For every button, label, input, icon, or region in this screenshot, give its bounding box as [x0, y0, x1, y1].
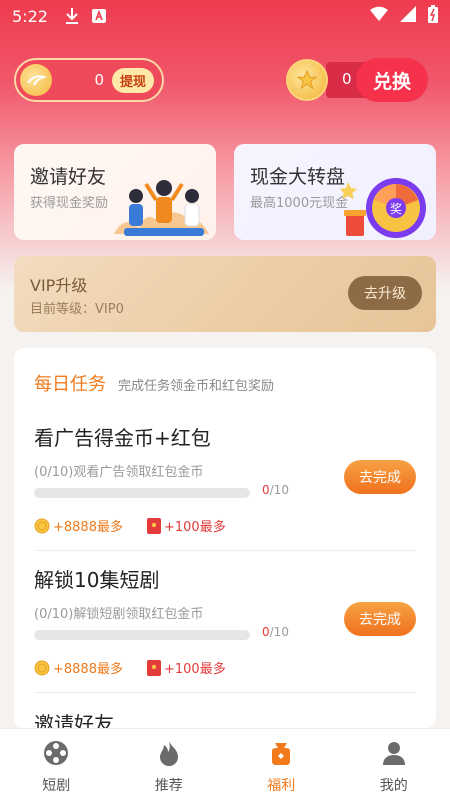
cash-balance: 0 — [342, 70, 352, 88]
task-item: 看广告得金币+红包 (0/10)观看广告领取红包金币 0/10 去完成 +888… — [34, 422, 416, 551]
task-complete-button[interactable]: 去完成 — [344, 460, 416, 494]
coin-reward: +8888最多 — [34, 516, 123, 535]
user-icon — [380, 739, 408, 771]
tab-label: 福利 — [267, 778, 296, 794]
red-packet-reward: +100最多 — [146, 516, 226, 535]
download-icon — [64, 7, 80, 25]
vip-upgrade-card: VIP升级 目前等级：VIP0 去升级 — [14, 256, 436, 332]
prize-wheel-icon: 奖 — [340, 178, 426, 238]
red-packet-reward: +100最多 — [146, 658, 226, 677]
task-complete-button[interactable]: 去完成 — [344, 602, 416, 636]
cash-exchange-group: 0 兑换 — [286, 58, 428, 102]
task-name: 解锁10集短剧 — [34, 568, 160, 592]
invite-friends-card[interactable]: 邀请好友 获得现金奖励 — [14, 144, 216, 240]
gift-bag-icon — [267, 739, 295, 771]
bottom-navigation: 短剧 推荐 福利 我的 — [0, 728, 450, 800]
tab-short-drama[interactable]: 短剧 — [0, 729, 113, 800]
task-progress-bar — [34, 630, 250, 640]
task-name-partial: 邀请好友 — [34, 712, 114, 728]
lucky-wheel-card[interactable]: 现金大转盘 最高1000元现金 奖 — [234, 144, 436, 240]
battery-icon — [428, 5, 438, 27]
daily-tasks-header: 每日任务 完成任务领金币和红包奖励 — [34, 370, 274, 396]
coin-reward: +8888最多 — [34, 658, 123, 677]
task-progress-bar — [34, 488, 250, 498]
task-divider — [34, 550, 416, 551]
daily-tasks-title: 每日任务 — [34, 374, 106, 395]
task-divider — [34, 692, 416, 693]
star-coin-icon — [286, 59, 328, 101]
red-packet-icon — [146, 517, 161, 534]
flame-icon — [155, 739, 183, 771]
gold-coin-icon — [34, 518, 50, 534]
tab-welfare[interactable]: 福利 — [225, 729, 338, 800]
task-item: 解锁10集短剧 (0/10)解锁短剧领取红包金币 0/10 去完成 +8888最… — [34, 564, 416, 693]
task-name: 看广告得金币+红包 — [34, 426, 211, 450]
wifi-icon — [370, 6, 388, 26]
status-bar: 5:22 — [0, 0, 450, 32]
tab-label: 我的 — [379, 778, 408, 794]
daily-tasks-panel: 每日任务 完成任务领金币和红包奖励 看广告得金币+红包 (0/10)观看广告领取… — [14, 348, 436, 728]
tab-label: 推荐 — [154, 778, 183, 794]
task-rewards: +8888最多 +100最多 — [34, 658, 226, 677]
withdraw-button[interactable]: 提现 — [111, 67, 154, 93]
task-progress-text: 0/10 — [262, 483, 289, 497]
gold-coin-icon — [34, 660, 50, 676]
vip-current-level: 目前等级：VIP0 — [30, 302, 124, 317]
coin-balance-pill[interactable]: 0 提现 — [14, 58, 164, 102]
coin-balance: 0 — [94, 71, 104, 89]
status-time: 5:22 — [12, 6, 48, 26]
daily-tasks-description: 完成任务领金币和红包奖励 — [118, 379, 275, 394]
upgrade-button[interactable]: 去升级 — [348, 276, 422, 310]
invite-subtitle: 获得现金奖励 — [30, 196, 109, 211]
exchange-button[interactable]: 兑换 — [356, 58, 428, 102]
task-progress-text: 0/10 — [262, 625, 289, 639]
wheel-subtitle: 最高1000元现金 — [250, 196, 349, 211]
wheel-badge: 奖 — [390, 202, 402, 216]
tab-label: 短剧 — [42, 778, 71, 794]
vip-title: VIP升级 — [30, 276, 88, 295]
app-notification-icon — [91, 9, 106, 23]
red-packet-icon — [146, 659, 161, 676]
tab-recommend[interactable]: 推荐 — [113, 729, 226, 800]
task-rewards: +8888最多 +100最多 — [34, 516, 226, 535]
signal-icon — [400, 6, 416, 26]
friends-illustration-icon — [114, 180, 209, 236]
coin-avatar-icon — [20, 64, 52, 96]
film-reel-icon — [42, 739, 70, 771]
wheel-title: 现金大转盘 — [250, 166, 346, 188]
tab-mine[interactable]: 我的 — [338, 729, 450, 800]
invite-title: 邀请好友 — [30, 166, 107, 188]
